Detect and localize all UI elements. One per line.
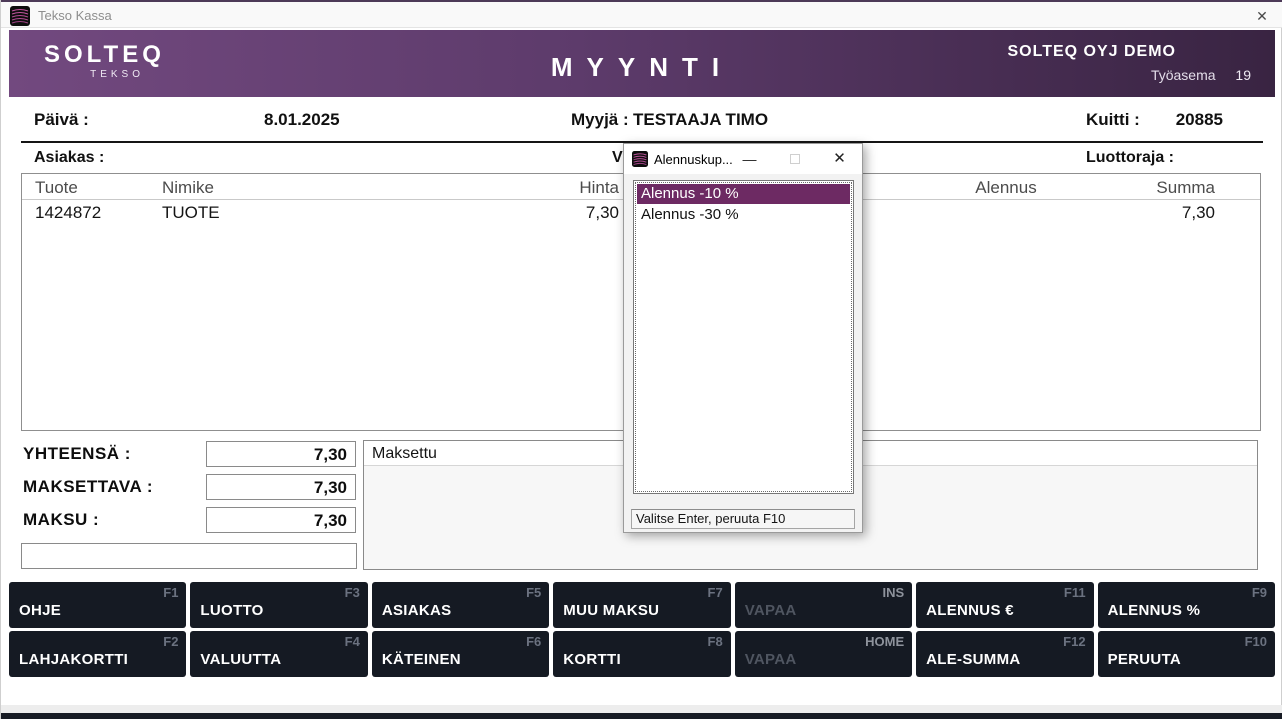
col-price: Hinta — [452, 178, 619, 198]
col-name: Nimike — [162, 178, 214, 198]
dialog-title: Alennuskup... — [654, 152, 733, 167]
app-header: SOLTEQ TEKSO MYYNTI SOLTEQ OYJ DEMO Työa… — [9, 30, 1275, 97]
workstation-value: 19 — [1235, 67, 1251, 83]
window-title: Tekso Kassa — [38, 8, 112, 23]
discount-listbox: Alennus -10 % Alennus -30 % — [633, 180, 854, 494]
vapaa-ins-button: VAPAA INS — [735, 582, 912, 628]
button-key: HOME — [865, 634, 904, 649]
peruuta-button[interactable]: PERUUTA F10 — [1098, 631, 1275, 677]
button-label: VAPAA — [745, 651, 797, 668]
col-discount: Alennus — [942, 178, 1070, 198]
window-bottom-edge — [1, 713, 1282, 719]
asiakas-button[interactable]: ASIAKAS F5 — [372, 582, 549, 628]
alennus-euro-button[interactable]: ALENNUS € F11 — [916, 582, 1093, 628]
window-titlebar: Tekso Kassa ✕ — [1, 2, 1282, 28]
list-item-discount-30[interactable]: Alennus -30 % — [637, 205, 850, 225]
seller-label: Myyjä : — [571, 110, 629, 130]
alennus-percent-button[interactable]: ALENNUS % F9 — [1098, 582, 1275, 628]
button-key: F9 — [1252, 585, 1267, 600]
button-key: F1 — [163, 585, 178, 600]
total-label: YHTEENSÄ : — [23, 444, 131, 464]
button-label: KORTTI — [563, 651, 621, 668]
dialog-maximize-icon — [772, 144, 817, 174]
vat-label-partial: V — [612, 149, 623, 167]
dialog-minimize-icon[interactable]: — — [727, 144, 772, 174]
dialog-status-text: Valitse Enter, peruuta F10 — [631, 509, 855, 529]
button-label: ALE-SUMMA — [926, 651, 1020, 668]
muu-maksu-button[interactable]: MUU MAKSU F7 — [553, 582, 730, 628]
entry-input[interactable] — [21, 543, 357, 569]
payable-label: MAKSETTAVA : — [23, 477, 153, 497]
workstation-info: Työasema 19 — [1151, 67, 1251, 83]
valuutta-button[interactable]: VALUUTTA F4 — [190, 631, 367, 677]
date-label: Päivä : — [34, 110, 89, 130]
button-key: F6 — [526, 634, 541, 649]
row-product: 1424872 — [35, 203, 101, 223]
lahjakortti-button[interactable]: LAHJAKORTTI F2 — [9, 631, 186, 677]
dialog-close-icon[interactable]: ✕ — [817, 144, 862, 174]
customer-label: Asiakas : — [34, 149, 104, 167]
button-key: F2 — [163, 634, 178, 649]
button-label: ALENNUS % — [1108, 602, 1201, 619]
button-label: LAHJAKORTTI — [19, 651, 128, 668]
payable-value: 7,30 — [206, 474, 356, 500]
button-label: OHJE — [19, 602, 61, 619]
button-key: INS — [882, 585, 904, 600]
button-key: F7 — [708, 585, 723, 600]
kateinen-button[interactable]: KÄTEINEN F6 — [372, 631, 549, 677]
app-logo-icon — [10, 6, 30, 26]
luotto-button[interactable]: LUOTTO F3 — [190, 582, 367, 628]
bottom-margin-strip — [1, 705, 1282, 713]
button-label: VALUUTTA — [200, 651, 281, 668]
dialog-app-icon — [632, 151, 648, 167]
receipt-value: 20885 — [1146, 110, 1223, 130]
button-label: LUOTTO — [200, 602, 263, 619]
seller-value: TESTAAJA TIMO — [633, 110, 768, 130]
ale-summa-button[interactable]: ALE-SUMMA F12 — [916, 631, 1093, 677]
button-label: ASIAKAS — [382, 602, 452, 619]
list-item-discount-10[interactable]: Alennus -10 % — [637, 184, 850, 204]
window-close-icon[interactable]: ✕ — [1251, 6, 1273, 26]
button-label: VAPAA — [745, 602, 797, 619]
col-product: Tuote — [35, 178, 78, 198]
discount-dialog: Alennuskup... — ✕ Alennus -10 % Alennus … — [623, 143, 863, 533]
kortti-button[interactable]: KORTTI F8 — [553, 631, 730, 677]
total-value: 7,30 — [206, 441, 356, 467]
date-value: 8.01.2025 — [264, 110, 340, 130]
button-key: F4 — [345, 634, 360, 649]
button-key: F3 — [345, 585, 360, 600]
payment-label: MAKSU : — [23, 510, 99, 530]
button-key: F10 — [1245, 634, 1267, 649]
company-name: SOLTEQ OYJ DEMO — [1008, 43, 1177, 61]
credit-limit-label: Luottoraja : — [1086, 149, 1174, 167]
row-sum: 7,30 — [1102, 203, 1215, 223]
ohje-button[interactable]: OHJE F1 — [9, 582, 186, 628]
button-key: F8 — [708, 634, 723, 649]
discount-listbox-inner: Alennus -10 % Alennus -30 % — [635, 182, 852, 492]
button-label: KÄTEINEN — [382, 651, 461, 668]
function-button-grid: OHJE F1 LUOTTO F3 ASIAKAS F5 MUU MAKSU F… — [9, 582, 1275, 677]
receipt-label: Kuitti : — [1086, 110, 1140, 130]
col-sum: Summa — [1102, 178, 1215, 198]
button-label: ALENNUS € — [926, 602, 1014, 619]
row-name: TUOTE — [162, 203, 220, 223]
payment-value: 7,30 — [206, 507, 356, 533]
button-key: F5 — [526, 585, 541, 600]
button-label: MUU MAKSU — [563, 602, 659, 619]
button-key: F12 — [1063, 634, 1085, 649]
workstation-label: Työasema — [1151, 67, 1216, 83]
button-key: F11 — [1064, 585, 1086, 600]
dialog-titlebar[interactable]: Alennuskup... — ✕ — [624, 144, 862, 174]
button-label: PERUUTA — [1108, 651, 1182, 668]
vapaa-home-button: VAPAA HOME — [735, 631, 912, 677]
row-price: 7,30 — [452, 203, 619, 223]
